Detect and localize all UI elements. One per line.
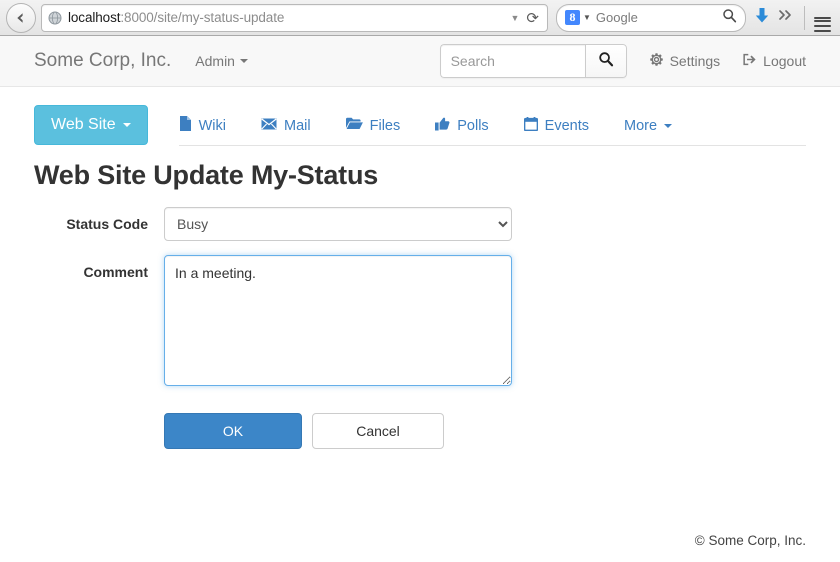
comment-label: Comment xyxy=(83,264,148,280)
page-title: Web Site Update My-Status xyxy=(34,160,379,190)
browser-menu-button[interactable] xyxy=(814,14,831,32)
envelope-icon xyxy=(261,117,277,134)
thumbs-up-icon xyxy=(435,117,450,135)
file-icon xyxy=(179,116,192,135)
url-text: localhost:8000/site/my-status-update xyxy=(68,10,507,25)
nav-admin-dropdown[interactable]: Admin xyxy=(195,53,248,69)
search-icon xyxy=(598,51,614,72)
browser-chrome: localhost:8000/site/my-status-update ▼ ⟳… xyxy=(0,0,840,36)
app-navbar: Some Corp, Inc. Admin Search Settings Lo… xyxy=(0,36,840,87)
browser-url-bar[interactable]: localhost:8000/site/my-status-update ▼ ⟳ xyxy=(41,3,548,32)
comment-textarea[interactable] xyxy=(164,255,512,386)
browser-back-button[interactable] xyxy=(6,2,36,33)
reload-icon[interactable]: ⟳ xyxy=(526,9,541,27)
update-my-status-form: Status Code Busy Comment OK Cancel xyxy=(34,207,806,449)
tab-events[interactable]: Events xyxy=(523,116,590,135)
browser-overflow-button[interactable] xyxy=(778,8,794,27)
url-host: localhost xyxy=(68,10,121,25)
ok-button[interactable]: OK xyxy=(164,413,302,449)
tab-web-site-label: Web Site xyxy=(51,116,116,133)
folder-open-icon xyxy=(345,117,363,134)
tab-more[interactable]: More xyxy=(624,117,673,134)
status-code-label: Status Code xyxy=(66,216,148,232)
form-row-status-code: Status Code Busy xyxy=(34,207,806,241)
form-actions: OK Cancel xyxy=(164,413,806,449)
tab-files-label: Files xyxy=(369,117,401,134)
nav-admin-label: Admin xyxy=(195,53,235,69)
logout-link[interactable]: Logout xyxy=(742,52,806,70)
settings-link[interactable]: Settings xyxy=(649,52,721,70)
tab-wiki-label: Wiki xyxy=(198,117,227,134)
caret-down-icon xyxy=(664,123,673,128)
footer-copyright: © Some Corp, Inc. xyxy=(694,533,806,548)
search-input[interactable] xyxy=(439,44,585,78)
form-row-comment: Comment xyxy=(34,255,806,391)
settings-label: Settings xyxy=(669,53,721,69)
sign-out-icon xyxy=(742,52,757,70)
cancel-button[interactable]: Cancel xyxy=(312,413,444,449)
app-tabs-links: Wiki Mail Files Polls Events More xyxy=(178,104,806,146)
double-chevron-right-icon xyxy=(778,8,794,27)
hamburger-menu-icon xyxy=(814,16,831,32)
chrome-divider xyxy=(804,5,805,30)
navbar-right-group: Settings Logout xyxy=(439,44,806,78)
tab-mail[interactable]: Mail xyxy=(261,118,311,134)
tab-more-label: More xyxy=(624,117,658,134)
search-submit-button[interactable] xyxy=(584,44,627,78)
chevron-down-icon[interactable]: ▼ xyxy=(507,13,527,23)
caret-down-icon[interactable]: ▼ xyxy=(583,13,591,22)
gear-icon xyxy=(649,52,664,70)
search-icon[interactable] xyxy=(722,8,737,28)
calendar-icon xyxy=(523,116,538,135)
page-container: Web Site Wiki Mail Files Polls Events Mo… xyxy=(0,87,840,449)
url-path: :8000/site/my-status-update xyxy=(120,10,285,25)
comment-control xyxy=(164,255,512,391)
tab-mail-label: Mail xyxy=(284,117,311,134)
tab-polls[interactable]: Polls xyxy=(435,117,489,135)
caret-down-icon xyxy=(122,123,131,127)
browser-search-bar[interactable]: 8 ▼ Google xyxy=(556,3,746,32)
google-logo-icon: 8 xyxy=(565,10,580,25)
app-tabs-row: Web Site Wiki Mail Files Polls Events Mo… xyxy=(34,87,806,146)
tab-web-site-button[interactable]: Web Site xyxy=(34,105,148,145)
tab-wiki[interactable]: Wiki xyxy=(179,116,226,135)
status-code-select[interactable]: Busy xyxy=(164,207,512,241)
tab-events-label: Events xyxy=(544,117,590,134)
search-engine-label: Google xyxy=(595,10,638,25)
navbar-search-group xyxy=(439,44,627,78)
logout-label: Logout xyxy=(763,53,806,69)
brand-title[interactable]: Some Corp, Inc. xyxy=(34,50,171,72)
tab-files[interactable]: Files xyxy=(345,117,401,134)
browser-downloads-button[interactable] xyxy=(754,6,770,29)
back-arrow-icon xyxy=(13,10,29,26)
download-arrow-icon xyxy=(754,6,770,29)
globe-icon xyxy=(48,11,62,25)
caret-down-icon xyxy=(239,59,248,63)
tab-polls-label: Polls xyxy=(457,117,489,134)
status-code-control: Busy xyxy=(164,207,512,241)
